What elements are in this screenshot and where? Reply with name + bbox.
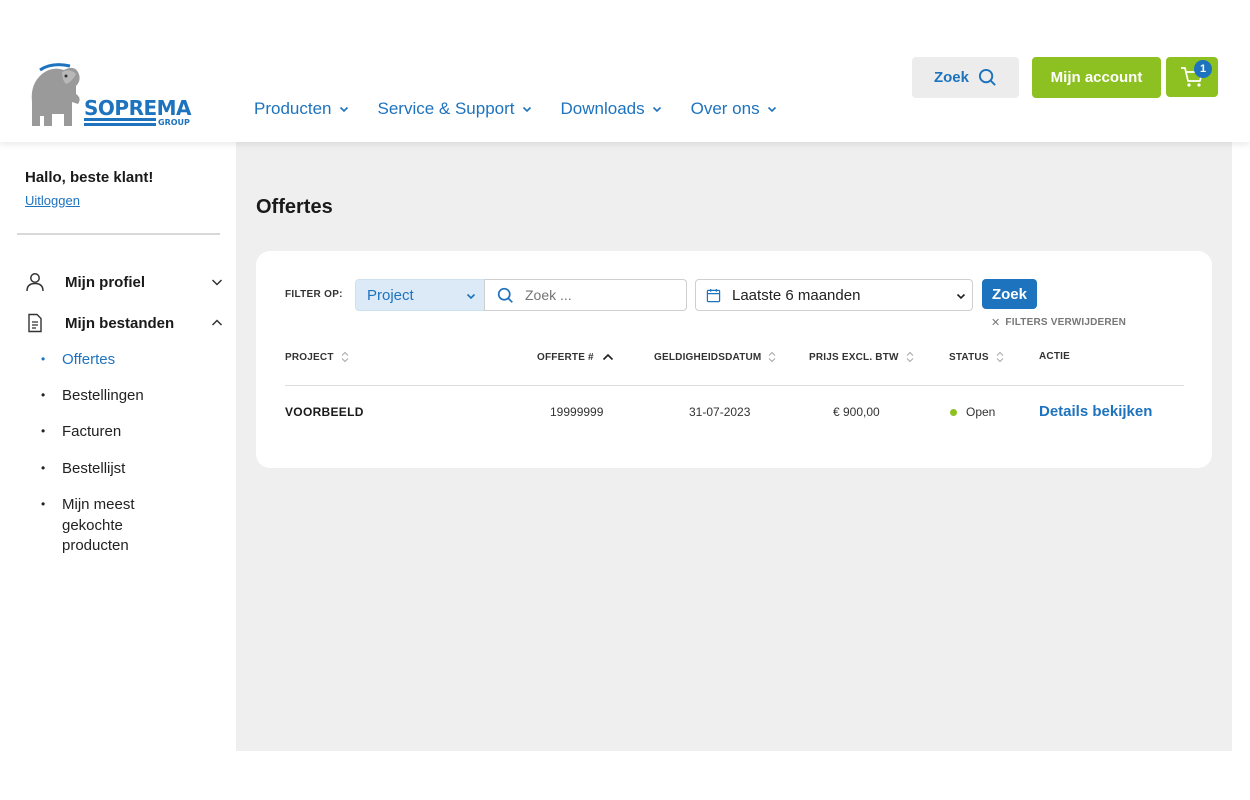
user-icon bbox=[26, 273, 44, 292]
details-link[interactable]: Details bekijken bbox=[1039, 403, 1152, 420]
column-label: STATUS bbox=[949, 351, 989, 363]
status-text: Open bbox=[966, 405, 996, 419]
column-header-actie: ACTIE bbox=[1039, 351, 1070, 362]
bullet: • bbox=[41, 388, 46, 402]
sort-icon bbox=[769, 351, 776, 363]
column-header-status[interactable]: STATUS bbox=[949, 351, 1004, 363]
sort-ascending-icon bbox=[602, 353, 613, 361]
column-header-offerte[interactable]: OFFERTE # bbox=[537, 351, 614, 363]
account-sidebar: Hallo, beste klant! Uitloggen Mijn profi… bbox=[0, 142, 236, 800]
sidebar-section-bestanden[interactable]: Mijn bestanden bbox=[25, 311, 225, 335]
sidebar-item-bestellijst[interactable]: • Bestellijst bbox=[41, 459, 172, 480]
period-select[interactable]: Laatste 6 maanden bbox=[695, 279, 973, 311]
calendar-icon bbox=[706, 288, 721, 302]
chevron-down-icon bbox=[522, 106, 531, 113]
header-search-label: Zoek bbox=[933, 69, 969, 86]
page-title: Offertes bbox=[256, 196, 333, 218]
cell-project: VOORBEELD bbox=[285, 405, 364, 419]
header-search-button[interactable]: Zoek bbox=[912, 57, 1019, 98]
chevron-up-icon bbox=[211, 319, 223, 326]
sort-icon bbox=[341, 351, 349, 363]
my-account-button[interactable]: Mijn account bbox=[1032, 57, 1161, 98]
column-label: PRIJS EXCL. BTW bbox=[809, 351, 899, 363]
column-header-prijs[interactable]: PRIJS EXCL. BTW bbox=[809, 351, 914, 363]
logo-underline bbox=[84, 118, 156, 121]
sidebar-section-label: Mijn profiel bbox=[65, 273, 145, 291]
main-content: Offertes FILTER OP: Project Laatste 6 ma… bbox=[236, 142, 1232, 751]
period-value: Laatste 6 maanden bbox=[732, 286, 861, 304]
logo-subtext: GROUP bbox=[158, 118, 190, 127]
sidebar-item-label: Bestellingen bbox=[62, 387, 144, 404]
cell-offerte: 19999999 bbox=[550, 405, 604, 419]
chevron-down-icon bbox=[652, 106, 661, 113]
logo-wordmark: SOPREMA bbox=[84, 96, 192, 120]
elephant-icon bbox=[31, 63, 80, 126]
nav-downloads[interactable]: Downloads bbox=[561, 99, 662, 119]
nav-producten[interactable]: Producten bbox=[254, 99, 349, 119]
sidebar-item-offertes[interactable]: • Offertes bbox=[41, 350, 172, 371]
filter-type-value: Project bbox=[367, 286, 414, 304]
cell-prijs: € 900,00 bbox=[833, 405, 880, 419]
search-icon bbox=[978, 68, 996, 86]
sidebar-section-label: Mijn bestanden bbox=[65, 314, 175, 332]
main-nav: Producten Service & Support Downloads Ov… bbox=[254, 99, 806, 119]
clear-filters-label: FILTERS VERWIJDEREN bbox=[1005, 317, 1127, 328]
column-label: GELDIGHEIDSDATUM bbox=[654, 351, 762, 363]
bullet: • bbox=[41, 424, 46, 438]
quotes-card: FILTER OP: Project Laatste 6 maanden Zoe… bbox=[256, 251, 1212, 468]
nav-service-support[interactable]: Service & Support bbox=[378, 99, 532, 119]
filter-type-select[interactable]: Project bbox=[355, 279, 485, 311]
soprema-logo[interactable]: SOPREMA GROUP bbox=[26, 62, 198, 128]
nav-label: Producten bbox=[254, 99, 332, 118]
chevron-down-icon bbox=[339, 106, 348, 113]
column-header-geldigheid[interactable]: GELDIGHEIDSDATUM bbox=[654, 351, 776, 363]
sort-icon bbox=[906, 351, 914, 363]
document-icon bbox=[28, 313, 42, 333]
column-header-project[interactable]: PROJECT bbox=[285, 351, 349, 363]
site-header: SOPREMA GROUP Producten Service & Suppor… bbox=[0, 0, 1250, 142]
nav-over-ons[interactable]: Over ons bbox=[691, 99, 777, 119]
nav-label: Service & Support bbox=[377, 99, 515, 118]
sidebar-item-meest-gekocht[interactable]: • Mijn meest gekochte producten bbox=[41, 495, 172, 557]
status-dot-icon bbox=[950, 409, 957, 417]
close-icon: ✕ bbox=[991, 317, 1001, 329]
cart-button[interactable]: 1 bbox=[1166, 57, 1218, 97]
sidebar-item-label: Offertes bbox=[62, 351, 116, 368]
filter-search-button[interactable]: Zoek bbox=[982, 279, 1037, 309]
logo-underline-2 bbox=[84, 123, 156, 126]
column-label: OFFERTE # bbox=[537, 351, 594, 363]
sort-icon bbox=[996, 351, 1004, 363]
filter-label: FILTER OP: bbox=[285, 289, 343, 300]
column-label: PROJECT bbox=[285, 351, 334, 363]
chevron-down-icon bbox=[956, 293, 966, 300]
search-icon bbox=[497, 287, 513, 303]
nav-label: Downloads bbox=[560, 99, 645, 118]
bullet: • bbox=[41, 461, 46, 475]
search-field[interactable] bbox=[484, 279, 687, 311]
cell-status: Open bbox=[950, 405, 995, 419]
logout-link[interactable]: Uitloggen bbox=[25, 193, 80, 208]
chevron-down-icon bbox=[767, 106, 776, 113]
bullet: • bbox=[41, 497, 46, 511]
bullet: • bbox=[41, 352, 46, 366]
greeting-text: Hallo, beste klant! bbox=[25, 169, 154, 186]
chevron-down-icon bbox=[211, 279, 223, 286]
column-label: ACTIE bbox=[1039, 351, 1070, 362]
sidebar-item-label: Bestellijst bbox=[62, 460, 126, 477]
sidebar-item-facturen[interactable]: • Facturen bbox=[41, 422, 172, 443]
sidebar-item-label: Facturen bbox=[62, 423, 122, 440]
sidebar-item-label: Mijn meest gekochte producten bbox=[62, 496, 135, 554]
sidebar-divider bbox=[17, 233, 220, 235]
cart-count-badge: 1 bbox=[1194, 60, 1212, 78]
search-input[interactable] bbox=[525, 287, 675, 303]
clear-filters-link[interactable]: ✕ FILTERS VERWIJDEREN bbox=[991, 316, 1126, 329]
sidebar-item-bestellingen[interactable]: • Bestellingen bbox=[41, 386, 172, 407]
chevron-down-icon bbox=[466, 293, 476, 300]
table-divider bbox=[285, 385, 1184, 386]
nav-label: Over ons bbox=[690, 99, 760, 118]
sidebar-section-profiel[interactable]: Mijn profiel bbox=[25, 270, 225, 294]
cell-geldigheid: 31-07-2023 bbox=[689, 405, 751, 419]
